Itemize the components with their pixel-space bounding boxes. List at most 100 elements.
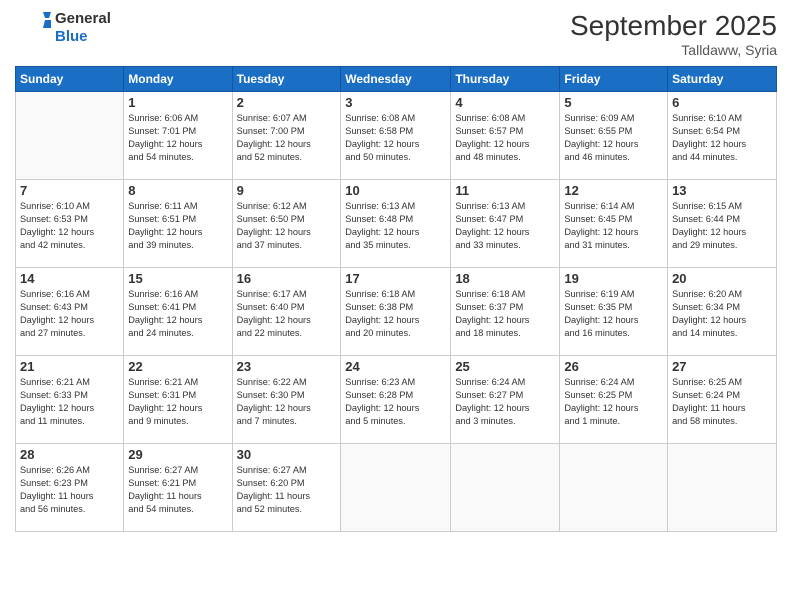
day-number: 8: [128, 183, 227, 198]
day-number: 21: [20, 359, 119, 374]
calendar-cell: 29 Sunrise: 6:27 AM Sunset: 6:21 PM Dayli…: [124, 444, 232, 532]
day-info: Sunrise: 6:09 AM Sunset: 6:55 PM Dayligh…: [564, 112, 663, 164]
day-number: 11: [455, 183, 555, 198]
day-info: Sunrise: 6:27 AM Sunset: 6:21 PM Dayligh…: [128, 464, 227, 516]
col-saturday: Saturday: [668, 67, 777, 92]
day-info: Sunrise: 6:21 AM Sunset: 6:31 PM Dayligh…: [128, 376, 227, 428]
calendar-cell: 27 Sunrise: 6:25 AM Sunset: 6:24 PM Dayli…: [668, 356, 777, 444]
day-info: Sunrise: 6:18 AM Sunset: 6:38 PM Dayligh…: [345, 288, 446, 340]
col-wednesday: Wednesday: [341, 67, 451, 92]
month-year: September 2025: [570, 10, 777, 42]
day-number: 23: [237, 359, 337, 374]
calendar-cell: 13 Sunrise: 6:15 AM Sunset: 6:44 PM Dayli…: [668, 180, 777, 268]
calendar-week-2: 7 Sunrise: 6:10 AM Sunset: 6:53 PM Daylig…: [16, 180, 777, 268]
day-info: Sunrise: 6:15 AM Sunset: 6:44 PM Dayligh…: [672, 200, 772, 252]
day-number: 29: [128, 447, 227, 462]
calendar-cell: 6 Sunrise: 6:10 AM Sunset: 6:54 PM Daylig…: [668, 92, 777, 180]
calendar-cell: [668, 444, 777, 532]
calendar-cell: 14 Sunrise: 6:16 AM Sunset: 6:43 PM Dayli…: [16, 268, 124, 356]
day-number: 10: [345, 183, 446, 198]
calendar-cell: 9Sunrise: 6:12 AM Sunset: 6:50 PM Daylig…: [232, 180, 341, 268]
day-info: Sunrise: 6:10 AM Sunset: 6:54 PM Dayligh…: [672, 112, 772, 164]
calendar-cell: [451, 444, 560, 532]
logo-blue-text: Blue: [55, 28, 111, 46]
header-row: Sunday Monday Tuesday Wednesday Thursday…: [16, 67, 777, 92]
calendar-cell: 11 Sunrise: 6:13 AM Sunset: 6:47 PM Dayli…: [451, 180, 560, 268]
page: General Blue September 2025 Talldaww, Sy…: [0, 0, 792, 612]
calendar-cell: 16 Sunrise: 6:17 AM Sunset: 6:40 PM Dayli…: [232, 268, 341, 356]
calendar-cell: 5Sunrise: 6:09 AM Sunset: 6:55 PM Daylig…: [560, 92, 668, 180]
day-info: Sunrise: 6:20 AM Sunset: 6:34 PM Dayligh…: [672, 288, 772, 340]
day-number: 4: [455, 95, 555, 110]
day-number: 19: [564, 271, 663, 286]
day-info: Sunrise: 6:21 AM Sunset: 6:33 PM Dayligh…: [20, 376, 119, 428]
calendar-cell: 2 Sunrise: 6:07 AM Sunset: 7:00 PM Daylig…: [232, 92, 341, 180]
day-number: 24: [345, 359, 446, 374]
col-sunday: Sunday: [16, 67, 124, 92]
day-info: Sunrise: 6:13 AM Sunset: 6:47 PM Dayligh…: [455, 200, 555, 252]
calendar-cell: 3 Sunrise: 6:08 AM Sunset: 6:58 PM Daylig…: [341, 92, 451, 180]
day-number: 13: [672, 183, 772, 198]
calendar-cell: 25Sunrise: 6:24 AM Sunset: 6:27 PM Dayli…: [451, 356, 560, 444]
day-info: Sunrise: 6:08 AM Sunset: 6:57 PM Dayligh…: [455, 112, 555, 164]
day-number: 9: [237, 183, 337, 198]
calendar-cell: 30 Sunrise: 6:27 AM Sunset: 6:20 PM Dayli…: [232, 444, 341, 532]
day-info: Sunrise: 6:06 AM Sunset: 7:01 PM Dayligh…: [128, 112, 227, 164]
day-info: Sunrise: 6:14 AM Sunset: 6:45 PM Dayligh…: [564, 200, 663, 252]
day-number: 7: [20, 183, 119, 198]
logo: General Blue: [15, 10, 111, 46]
day-info: Sunrise: 6:22 AM Sunset: 6:30 PM Dayligh…: [237, 376, 337, 428]
calendar-cell: 10 Sunrise: 6:13 AM Sunset: 6:48 PM Dayli…: [341, 180, 451, 268]
col-monday: Monday: [124, 67, 232, 92]
calendar-cell: 17 Sunrise: 6:18 AM Sunset: 6:38 PM Dayli…: [341, 268, 451, 356]
day-number: 16: [237, 271, 337, 286]
day-number: 14: [20, 271, 119, 286]
day-number: 20: [672, 271, 772, 286]
logo-general-text: General: [55, 10, 111, 28]
day-number: 3: [345, 95, 446, 110]
day-number: 25: [455, 359, 555, 374]
location: Talldaww, Syria: [570, 42, 777, 58]
day-info: Sunrise: 6:25 AM Sunset: 6:24 PM Dayligh…: [672, 376, 772, 428]
day-info: Sunrise: 6:19 AM Sunset: 6:35 PM Dayligh…: [564, 288, 663, 340]
day-info: Sunrise: 6:16 AM Sunset: 6:43 PM Dayligh…: [20, 288, 119, 340]
day-number: 18: [455, 271, 555, 286]
day-info: Sunrise: 6:08 AM Sunset: 6:58 PM Dayligh…: [345, 112, 446, 164]
calendar-cell: 1 Sunrise: 6:06 AM Sunset: 7:01 PM Daylig…: [124, 92, 232, 180]
day-info: Sunrise: 6:07 AM Sunset: 7:00 PM Dayligh…: [237, 112, 337, 164]
col-tuesday: Tuesday: [232, 67, 341, 92]
day-info: Sunrise: 6:23 AM Sunset: 6:28 PM Dayligh…: [345, 376, 446, 428]
day-info: Sunrise: 6:13 AM Sunset: 6:48 PM Dayligh…: [345, 200, 446, 252]
calendar-cell: 4 Sunrise: 6:08 AM Sunset: 6:57 PM Daylig…: [451, 92, 560, 180]
calendar-cell: 20 Sunrise: 6:20 AM Sunset: 6:34 PM Dayli…: [668, 268, 777, 356]
calendar-cell: 12Sunrise: 6:14 AM Sunset: 6:45 PM Dayli…: [560, 180, 668, 268]
logo-svg: [15, 10, 51, 46]
day-number: 6: [672, 95, 772, 110]
calendar-cell: 24 Sunrise: 6:23 AM Sunset: 6:28 PM Dayli…: [341, 356, 451, 444]
day-info: Sunrise: 6:10 AM Sunset: 6:53 PM Dayligh…: [20, 200, 119, 252]
day-number: 22: [128, 359, 227, 374]
day-info: Sunrise: 6:16 AM Sunset: 6:41 PM Dayligh…: [128, 288, 227, 340]
day-number: 17: [345, 271, 446, 286]
calendar-cell: 22 Sunrise: 6:21 AM Sunset: 6:31 PM Dayli…: [124, 356, 232, 444]
day-number: 27: [672, 359, 772, 374]
day-info: Sunrise: 6:27 AM Sunset: 6:20 PM Dayligh…: [237, 464, 337, 516]
day-number: 26: [564, 359, 663, 374]
day-number: 28: [20, 447, 119, 462]
calendar-week-1: 1 Sunrise: 6:06 AM Sunset: 7:01 PM Daylig…: [16, 92, 777, 180]
calendar-week-3: 14 Sunrise: 6:16 AM Sunset: 6:43 PM Dayli…: [16, 268, 777, 356]
calendar-cell: [16, 92, 124, 180]
header: General Blue September 2025 Talldaww, Sy…: [15, 10, 777, 58]
day-number: 1: [128, 95, 227, 110]
day-number: 30: [237, 447, 337, 462]
day-info: Sunrise: 6:17 AM Sunset: 6:40 PM Dayligh…: [237, 288, 337, 340]
day-info: Sunrise: 6:24 AM Sunset: 6:25 PM Dayligh…: [564, 376, 663, 428]
day-number: 2: [237, 95, 337, 110]
calendar-week-4: 21 Sunrise: 6:21 AM Sunset: 6:33 PM Dayli…: [16, 356, 777, 444]
calendar-cell: [560, 444, 668, 532]
day-info: Sunrise: 6:26 AM Sunset: 6:23 PM Dayligh…: [20, 464, 119, 516]
calendar-cell: 26 Sunrise: 6:24 AM Sunset: 6:25 PM Dayli…: [560, 356, 668, 444]
title-block: September 2025 Talldaww, Syria: [570, 10, 777, 58]
day-number: 15: [128, 271, 227, 286]
calendar-week-5: 28 Sunrise: 6:26 AM Sunset: 6:23 PM Dayli…: [16, 444, 777, 532]
